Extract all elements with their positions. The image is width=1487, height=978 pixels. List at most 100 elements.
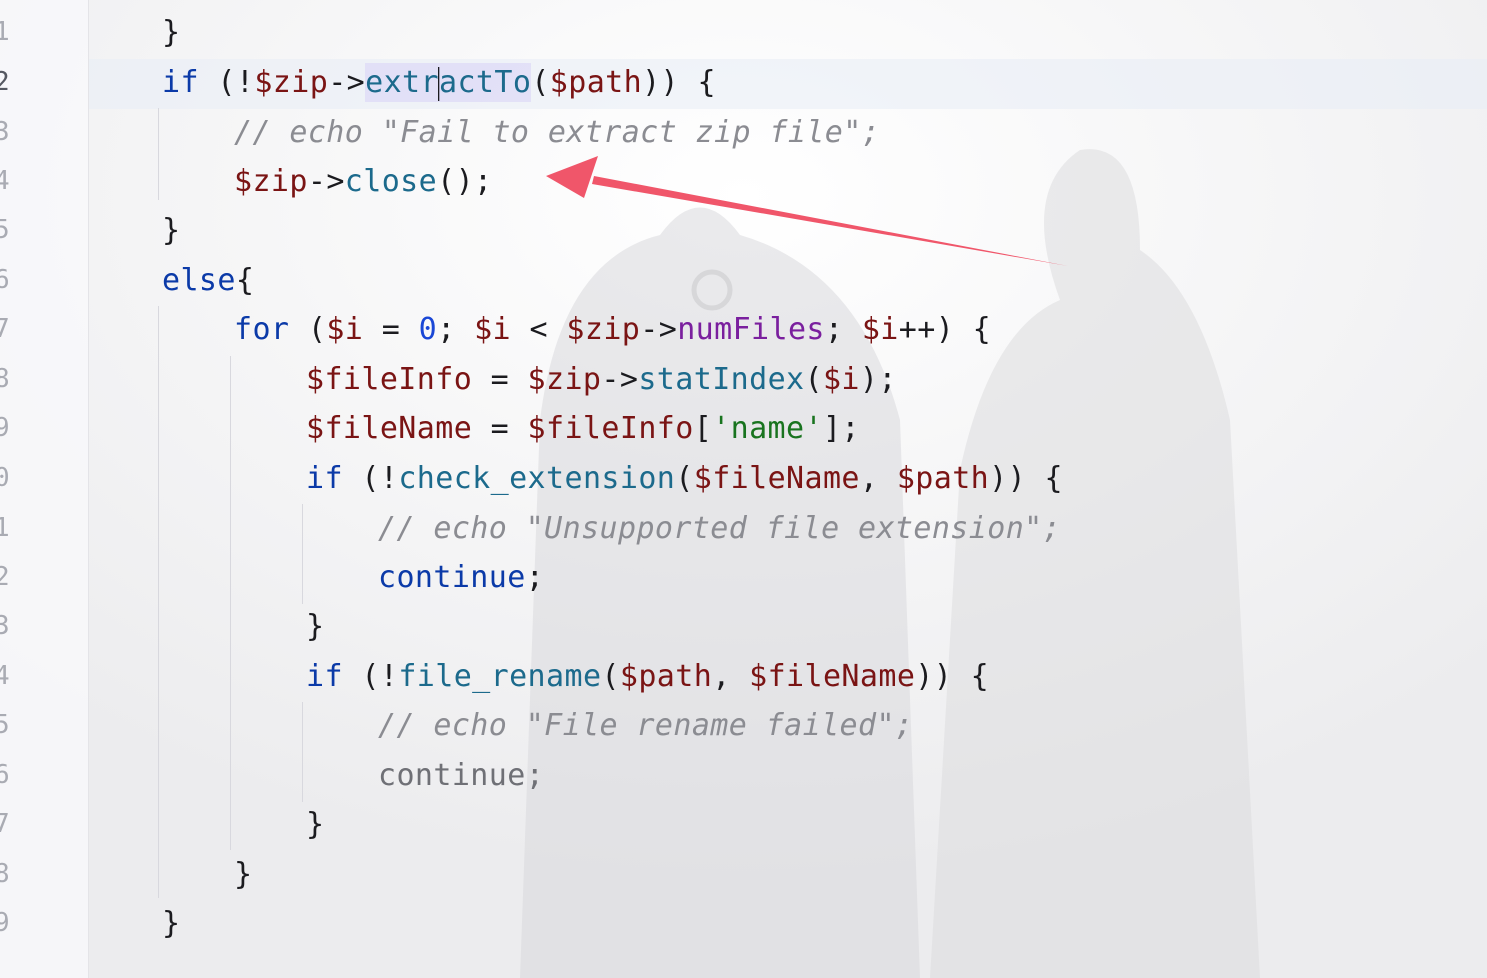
code-token: ; xyxy=(437,312,475,347)
code-token: $zip xyxy=(527,362,602,397)
code-token: ]; xyxy=(822,411,860,446)
line-number: 6 xyxy=(0,265,10,295)
line-number: 0 xyxy=(0,463,10,493)
code-token: statIndex xyxy=(638,362,805,397)
code-token: check_extension xyxy=(398,461,676,496)
code-token: $path xyxy=(549,65,643,100)
code-token: // echo "Unsupported file extension"; xyxy=(378,511,1062,546)
code-token: 0 xyxy=(418,312,438,347)
code-token: } xyxy=(162,15,181,50)
code-token: for xyxy=(234,312,290,347)
code-token: $fileName xyxy=(306,411,473,446)
code-token: $path xyxy=(896,461,990,496)
code-token: if xyxy=(162,65,199,100)
code-token: numFiles xyxy=(677,312,825,347)
code-token: ( xyxy=(289,312,327,347)
code-token: = xyxy=(472,411,528,446)
line-number: 3 xyxy=(0,117,10,147)
line-number: 4 xyxy=(0,661,10,691)
code-line[interactable]: for ($i = 0; $i < $zip->numFiles; $i++) … xyxy=(234,307,991,353)
line-number: 6 xyxy=(0,760,10,790)
code-token: )) { xyxy=(915,659,990,694)
code-token: $fileName xyxy=(749,659,916,694)
code-token: { xyxy=(235,263,255,298)
code-token: = xyxy=(472,362,528,397)
code-line[interactable]: } xyxy=(162,10,180,56)
code-token: [ xyxy=(693,411,713,446)
code-token: (); xyxy=(437,164,493,199)
indent-guide xyxy=(158,306,159,898)
code-token: } xyxy=(234,857,253,892)
line-number: 8 xyxy=(0,859,10,889)
code-token: $path xyxy=(619,659,713,694)
code-token: ( xyxy=(675,461,694,496)
code-token: // echo "File rename failed"; xyxy=(378,708,914,743)
code-token: -> xyxy=(640,312,678,347)
line-number: 1 xyxy=(0,513,10,543)
code-token: continue xyxy=(378,560,526,595)
code-token: ; xyxy=(525,560,545,595)
code-token: 'name' xyxy=(712,411,823,446)
code-token: , xyxy=(859,461,897,496)
code-token: $zip xyxy=(254,65,329,100)
code-line[interactable]: else{ xyxy=(162,258,254,304)
code-line[interactable]: $fileInfo = $zip->statIndex($i); xyxy=(306,357,897,403)
code-line[interactable]: if (!$zip->extractTo($path)) { xyxy=(162,60,716,106)
code-line[interactable]: $zip->close(); xyxy=(234,159,493,205)
line-number: 8 xyxy=(0,364,10,394)
code-token: $fileInfo xyxy=(306,362,473,397)
code-token: -> xyxy=(307,164,345,199)
code-token: ( xyxy=(601,659,620,694)
code-token: ; xyxy=(824,312,862,347)
code-token: (! xyxy=(198,65,255,100)
code-token: (! xyxy=(342,461,399,496)
line-number: 5 xyxy=(0,710,10,740)
line-number: 2 xyxy=(0,67,10,97)
indent-guide xyxy=(230,356,231,850)
code-token: if xyxy=(306,461,343,496)
code-line[interactable]: $fileName = $fileInfo['name']; xyxy=(306,406,860,452)
code-token: , xyxy=(712,659,750,694)
code-line[interactable]: } xyxy=(306,802,324,848)
code-token: } xyxy=(162,906,181,941)
line-number: 7 xyxy=(0,809,10,839)
code-token: // echo "Fail to extract zip file"; xyxy=(234,115,881,150)
code-token: $i xyxy=(861,312,899,347)
code-token: )) { xyxy=(642,65,716,100)
code-token: file_rename xyxy=(398,659,602,694)
code-token: extr xyxy=(365,63,439,102)
code-token: $i xyxy=(326,312,364,347)
indent-guide xyxy=(302,504,303,604)
line-number: 4 xyxy=(0,166,10,196)
code-line[interactable]: continue; xyxy=(378,753,544,799)
code-line[interactable]: if (!file_rename($path, $fileName)) { xyxy=(306,654,989,700)
code-token: ( xyxy=(531,65,550,100)
code-token: else xyxy=(162,263,236,298)
code-token: $zip xyxy=(566,312,641,347)
line-number: 9 xyxy=(0,413,10,443)
code-line[interactable]: } xyxy=(162,208,180,254)
code-token: } xyxy=(162,213,181,248)
code-token: $i xyxy=(822,362,860,397)
code-line[interactable]: // echo "File rename failed"; xyxy=(378,703,913,749)
code-line[interactable]: } xyxy=(306,604,324,650)
code-token: close xyxy=(344,164,438,199)
line-number: 5 xyxy=(0,215,10,245)
code-token: (! xyxy=(342,659,399,694)
code-line[interactable]: continue; xyxy=(378,555,544,601)
line-number: 2 xyxy=(0,562,10,592)
code-token: continue; xyxy=(378,758,545,793)
indent-guide xyxy=(302,702,303,802)
code-line[interactable]: // echo "Unsupported file extension"; xyxy=(378,506,1061,552)
code-token: ); xyxy=(859,362,897,397)
code-token: $fileInfo xyxy=(527,411,694,446)
code-token: $zip xyxy=(234,164,308,199)
code-line[interactable]: if (!check_extension($fileName, $path)) … xyxy=(306,456,1063,502)
code-line[interactable]: } xyxy=(162,901,180,947)
code-line[interactable]: } xyxy=(234,852,252,898)
code-line[interactable]: // echo "Fail to extract zip file"; xyxy=(234,110,880,156)
code-token: ++) { xyxy=(898,312,992,347)
line-number: 9 xyxy=(0,908,10,938)
code-token: = xyxy=(363,312,419,347)
code-token: actTo xyxy=(438,63,532,102)
